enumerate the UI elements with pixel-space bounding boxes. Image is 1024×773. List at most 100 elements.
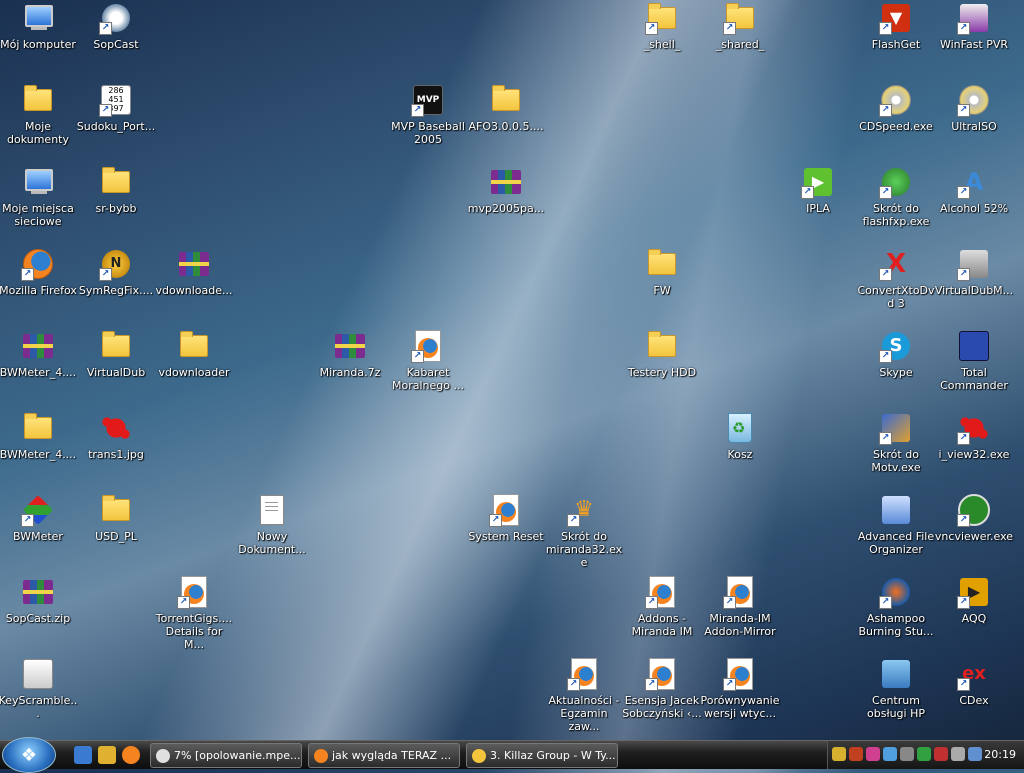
- desktop-shortcut[interactable]: ↗ System Reset: [466, 493, 546, 543]
- taskbar-app-icon: [314, 748, 328, 763]
- shortcut-arrow-icon: ↗: [879, 186, 892, 199]
- desktop-shortcut[interactable]: Moje miejsca sieciowe: [0, 165, 78, 228]
- taskbar-button[interactable]: 7% [opolowanie.mpe...: [150, 743, 302, 768]
- firefox-document-icon: ↗: [723, 657, 757, 691]
- tray-app-icon[interactable]: [883, 747, 897, 761]
- taskbar-button-label: 7% [opolowanie.mpe...: [174, 749, 301, 762]
- desktop-shortcut-label: Moje dokumenty: [7, 120, 69, 146]
- taskbar: ❖ 7% [opolowanie.mpe... jak wygląda TERAZ…: [0, 737, 1024, 773]
- desktop-shortcut[interactable]: sr-bybb: [76, 165, 156, 215]
- winfast-pvr-icon: ↗: [957, 1, 991, 35]
- quick-launch-ie-icon[interactable]: [74, 746, 92, 764]
- folder-icon: [177, 329, 211, 363]
- desktop-shortcut[interactable]: Advanced File Organizer: [856, 493, 936, 556]
- desktop-shortcut[interactable]: USD_PL: [76, 493, 156, 543]
- desktop-shortcut[interactable]: ▼ ↗ FlashGet: [856, 1, 936, 51]
- desktop-shortcut-label: VirtualDub: [86, 366, 146, 379]
- firefox-document-icon: ↗: [411, 329, 445, 363]
- desktop-shortcut[interactable]: ↗ WinFast PVR: [934, 1, 1014, 51]
- desktop-shortcut[interactable]: X ↗ ConvertXtoDvd 3: [856, 247, 936, 310]
- cdspeed-icon: ↗: [879, 83, 913, 117]
- desktop-shortcut[interactable]: VirtualDub: [76, 329, 156, 379]
- tray-app-icon[interactable]: [832, 747, 846, 761]
- tray-app-icon[interactable]: [951, 747, 965, 761]
- tray-app-icon[interactable]: [866, 747, 880, 761]
- desktop-shortcut[interactable]: ▶ ↗ AQQ: [934, 575, 1014, 625]
- desktop-shortcut[interactable]: SopCast.zip: [0, 575, 78, 625]
- desktop-shortcut[interactable]: ↗ vncviewer.exe: [934, 493, 1014, 543]
- desktop-shortcut[interactable]: trans1.jpg: [76, 411, 156, 461]
- desktop-shortcut[interactable]: ↗ Addons - Miranda IM: [622, 575, 702, 638]
- desktop-shortcut[interactable]: Centrum obsługi HP: [856, 657, 936, 720]
- desktop-shortcut[interactable]: ↗ Aktualności - Egzamin zaw...: [544, 657, 624, 733]
- desktop-shortcut[interactable]: ↗ Porównywanie wersji wtyc...: [700, 657, 780, 720]
- desktop-shortcut-label: Esensja Jacek Sobczyński ‹...: [622, 694, 702, 720]
- desktop-shortcut[interactable]: ♛ ↗ Skrót do miranda32.exe: [544, 493, 624, 569]
- shortcut-arrow-icon: ↗: [21, 268, 34, 281]
- desktop-shortcut-label: Miranda-IM Addon-Mirror: [704, 612, 776, 638]
- desktop-shortcut[interactable]: Testery HDD: [622, 329, 702, 379]
- desktop-shortcut[interactable]: ↗ Miranda-IM Addon-Mirror: [700, 575, 780, 638]
- desktop-shortcut[interactable]: Moje dokumenty: [0, 83, 78, 146]
- tray-app-icon[interactable]: [849, 747, 863, 761]
- desktop-shortcut[interactable]: ↗ VirtualDubM...: [934, 247, 1014, 297]
- desktop-shortcut[interactable]: vdownloader: [154, 329, 234, 379]
- desktop-shortcut-label: FW: [653, 284, 671, 297]
- desktop-shortcut[interactable]: Kosz: [700, 411, 780, 461]
- desktop-shortcut[interactable]: BWMeter_4....: [0, 329, 78, 379]
- shortcut-arrow-icon: ↗: [879, 268, 892, 281]
- taskbar-button[interactable]: 3. Killaz Group - W Ty...: [466, 743, 618, 768]
- taskbar-button[interactable]: jak wygląda TERAZ ...: [308, 743, 460, 768]
- desktop-shortcut[interactable]: ↗ Esensja Jacek Sobczyński ‹...: [622, 657, 702, 720]
- desktop-shortcut[interactable]: 286 451 397 ↗ Sudoku_Port...: [76, 83, 156, 133]
- shortcut-arrow-icon: ↗: [177, 596, 190, 609]
- desktop-shortcut[interactable]: ↗ Mozilla Firefox: [0, 247, 78, 297]
- desktop-shortcut[interactable]: Nowy Dokument...: [232, 493, 312, 556]
- taskbar-app-icon: [156, 748, 170, 763]
- quick-launch-firefox-icon[interactable]: [122, 746, 140, 764]
- desktop-shortcut[interactable]: ↗ _shared_: [700, 1, 780, 51]
- mvp-baseball-icon: MVP ↗: [411, 83, 445, 117]
- desktop-shortcut[interactable]: ↗ i_view32.exe: [934, 411, 1014, 461]
- desktop-shortcut[interactable]: ↗ Skrót do Motv.exe: [856, 411, 936, 474]
- desktop-shortcut[interactable]: ▶ ↗ IPLA: [778, 165, 858, 215]
- desktop-shortcut[interactable]: Total Commander: [934, 329, 1014, 392]
- desktop-shortcut[interactable]: ex ↗ CDex: [934, 657, 1014, 707]
- clock[interactable]: 20:19: [984, 748, 1016, 761]
- tray-volume-icon[interactable]: [968, 747, 982, 761]
- rar-archive-icon: [21, 575, 55, 609]
- desktop-shortcut[interactable]: Miranda.7z: [310, 329, 390, 379]
- desktop-shortcut[interactable]: Mój komputer: [0, 1, 78, 51]
- desktop-shortcut[interactable]: S ↗ Skype: [856, 329, 936, 379]
- desktop-shortcut[interactable]: mvp2005pa...: [466, 165, 546, 215]
- tray-app-icon[interactable]: [934, 747, 948, 761]
- desktop-shortcut[interactable]: FW: [622, 247, 702, 297]
- desktop-shortcut[interactable]: ↗ TorrentGigs.... Details for M...: [154, 575, 234, 651]
- desktop-shortcut-label: FlashGet: [871, 38, 921, 51]
- desktop-shortcut[interactable]: ↗ _shell_: [622, 1, 702, 51]
- desktop-shortcut[interactable]: ↗ Kabaret Moralnego ...: [388, 329, 468, 392]
- tray-app-icon[interactable]: [900, 747, 914, 761]
- desktop-shortcut[interactable]: MVP ↗ MVP Baseball 2005: [388, 83, 468, 146]
- desktop-shortcut[interactable]: ↗ CDSpeed.exe: [856, 83, 936, 133]
- desktop-shortcut-label: Sudoku_Port...: [76, 120, 156, 133]
- tray-app-icon[interactable]: [917, 747, 931, 761]
- aqq-icon: ▶ ↗: [957, 575, 991, 609]
- desktop-shortcut[interactable]: vdownloade...: [154, 247, 234, 297]
- desktop-shortcut[interactable]: ↗ BWMeter: [0, 493, 78, 543]
- desktop-shortcut[interactable]: ↗ Skrót do flashfxp.exe: [856, 165, 936, 228]
- desktop-shortcut[interactable]: BWMeter_4....: [0, 411, 78, 461]
- desktop-shortcut-label: ConvertXtoDvd 3: [857, 284, 935, 310]
- desktop-shortcut[interactable]: ↗ SopCast: [76, 1, 156, 51]
- desktop-shortcut[interactable]: N ↗ SymRegFix....: [76, 247, 156, 297]
- desktop-shortcut-label: Kabaret Moralnego ...: [392, 366, 464, 392]
- desktop-shortcut[interactable]: ↗ UltraISO: [934, 83, 1014, 133]
- desktop-shortcut-label: mvp2005pa...: [467, 202, 545, 215]
- desktop-shortcut[interactable]: A ↗ Alcohol 52%: [934, 165, 1014, 215]
- desktop-shortcut[interactable]: ↗ Ashampoo Burning Stu...: [856, 575, 936, 638]
- desktop-shortcut-label: BWMeter_4....: [0, 448, 77, 461]
- quick-launch-winamp-icon[interactable]: [98, 746, 116, 764]
- desktop-shortcut-label: Aktualności - Egzamin zaw...: [548, 694, 620, 733]
- desktop-shortcut[interactable]: KeyScramble...: [0, 657, 78, 720]
- desktop-shortcut[interactable]: AFO3.0.0.5....: [466, 83, 546, 133]
